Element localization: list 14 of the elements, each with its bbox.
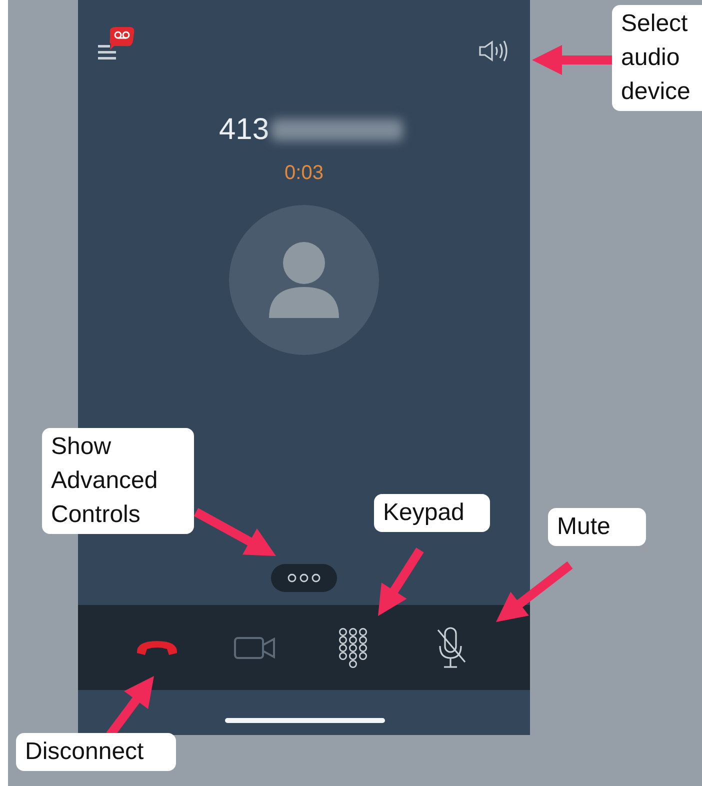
ellipsis-icon: [286, 573, 322, 583]
muted-microphone-icon: [435, 626, 467, 670]
callout-label: Mute: [548, 508, 646, 546]
speaker-icon[interactable]: [478, 38, 510, 64]
keypad-icon: [338, 626, 368, 668]
callout-label: Keypad: [374, 494, 490, 532]
pointer-arrow: [378, 548, 424, 616]
call-timer: 0:03: [284, 162, 324, 185]
callout-label: Select audio device: [612, 5, 702, 111]
phone-number: 413: [218, 113, 270, 147]
callout-label: Show Advanced Controls: [42, 428, 194, 534]
video-camera-icon: [233, 634, 277, 660]
callout-label: Disconnect: [16, 733, 176, 771]
more-button[interactable]: [271, 564, 337, 592]
